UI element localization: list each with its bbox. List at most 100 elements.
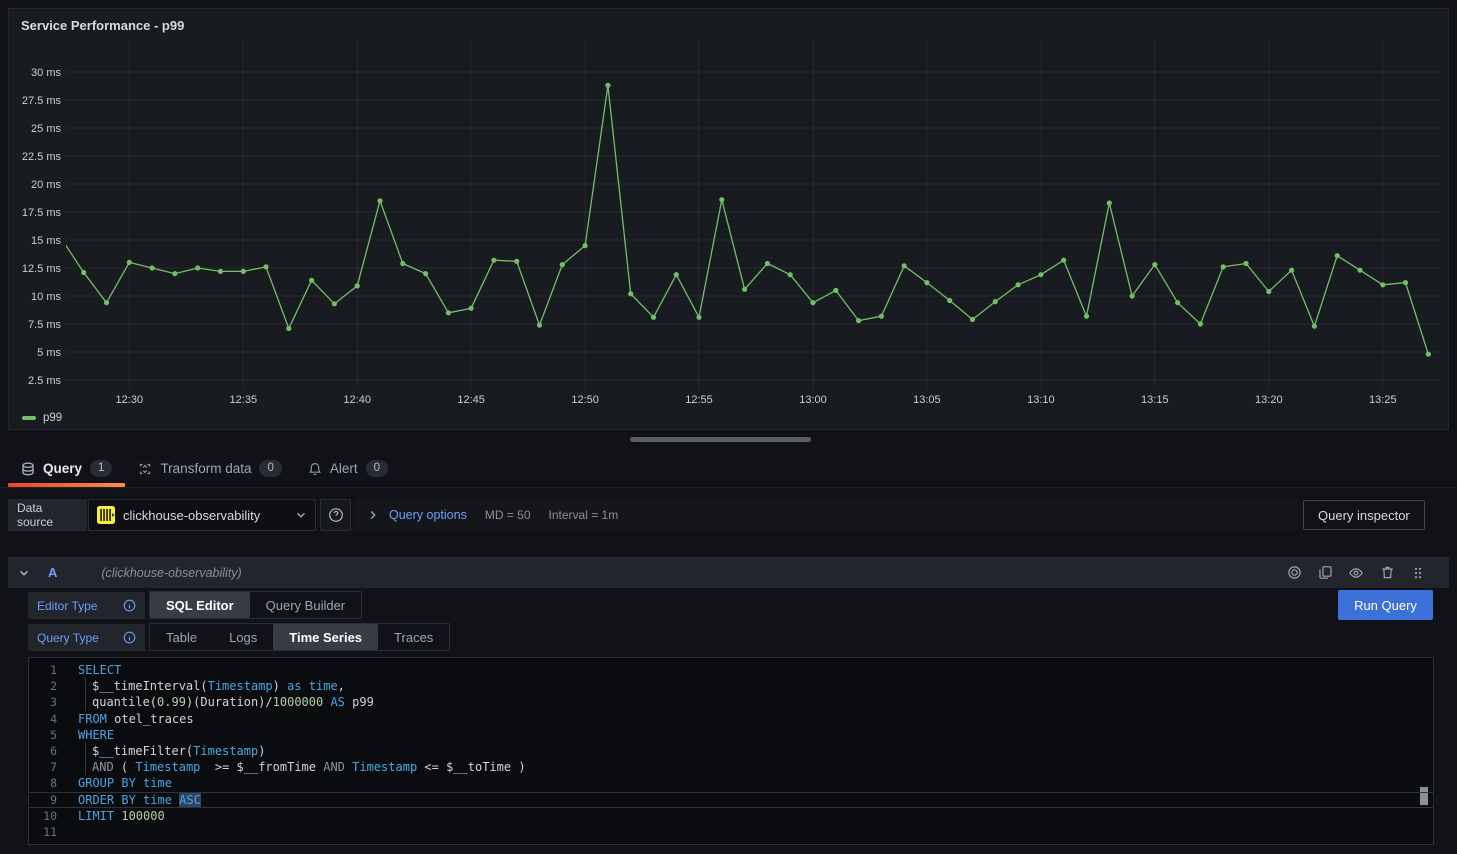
query-options-link[interactable]: Query options [389,508,467,522]
indent-guide [78,759,92,775]
timeseries-chart[interactable]: 12:3012:3512:4012:4512:5012:5513:0013:05… [9,9,1448,409]
sql-token: >= $__fromTime [200,760,323,774]
sql-token: as [287,679,301,693]
sql-token: $__timeFilter( [92,744,193,758]
query-row-header[interactable]: A (clickhouse-observability) [8,557,1449,588]
query-options-bar[interactable]: Query options MD = 50 Interval = 1m [355,499,1298,531]
query-ref-id[interactable]: A [48,565,57,580]
tab-alert-label: Alert [330,461,358,476]
sql-line[interactable]: 10 LIMIT 100000 [29,808,1433,824]
bell-icon [308,462,322,476]
query-type-traces[interactable]: Traces [378,624,449,650]
svg-text:5 ms: 5 ms [37,347,61,359]
query-type-table[interactable]: Table [150,624,213,650]
datasource-label: Data source [8,499,87,531]
line-number: 1 [29,662,57,678]
svg-text:20 ms: 20 ms [31,179,61,191]
delete-query-trash-icon[interactable] [1378,564,1396,582]
datasource-help-button[interactable] [320,499,351,531]
query-type-logs[interactable]: Logs [213,624,273,650]
clickhouse-logo-icon [97,506,115,524]
line-number: 8 [29,775,57,791]
editor-type-sql-editor[interactable]: SQL Editor [150,592,250,618]
sql-token: $__timeInterval( [92,679,208,693]
query-datasource-subtitle: (clickhouse-observability) [101,566,241,580]
duplicate-query-icon[interactable] [1316,564,1334,582]
sql-token: Timestamp [352,760,417,774]
query-inspector-button[interactable]: Query inspector [1303,500,1425,530]
run-query-button[interactable]: Run Query [1338,590,1433,620]
sql-token: ) [258,744,265,758]
svg-text:12.5 ms: 12.5 ms [22,263,62,275]
line-number: 5 [29,727,57,743]
legend-swatch [22,416,36,420]
sql-token: AS [330,695,344,709]
svg-text:13:25: 13:25 [1369,394,1397,406]
svg-text:12:55: 12:55 [685,394,713,406]
database-icon [21,462,35,476]
sql-line[interactable]: 7AND ( Timestamp >= $__fromTime AND Time… [29,759,1433,775]
timeseries-panel: Service Performance - p99 12:3012:3512:4… [8,8,1449,430]
svg-text:12:40: 12:40 [343,394,371,406]
sql-line[interactable]: 6 $__timeFilter(Timestamp) [29,743,1433,759]
line-number: 10 [29,808,57,824]
svg-text:12:30: 12:30 [116,394,144,406]
editor-type-query-builder[interactable]: Query Builder [250,592,361,618]
datasource-picker[interactable]: clickhouse-observability [88,499,316,531]
sql-token: quantile( [92,695,157,709]
sql-token: 100000 [121,809,164,823]
sql-line[interactable]: 11 [29,824,1433,840]
tab-alert[interactable]: Alert 0 [295,450,401,487]
sql-line[interactable]: 2$__timeInterval(Timestamp) as time, [29,678,1433,694]
sql-line[interactable]: 1 SELECT [29,662,1433,678]
collapse-chevron-icon[interactable] [18,567,30,579]
sql-token: p99 [345,695,374,709]
sql-token: time [143,776,172,790]
line-number: 4 [29,711,57,727]
chart-legend[interactable]: p99 [22,412,62,424]
tab-transform-label: Transform data [160,461,251,476]
sql-token [136,776,143,790]
sql-line[interactable]: 5WHERE [29,727,1433,743]
datasource-value: clickhouse-observability [123,508,287,523]
sql-token: LIMIT [78,809,114,823]
line-number: 7 [29,759,57,775]
sql-token: SELECT [78,663,121,677]
drag-handle-icon[interactable] [1409,564,1427,582]
svg-text:27.5 ms: 27.5 ms [22,95,62,107]
sql-code-editor[interactable]: 1 SELECT2$__timeInterval(Timestamp) as ti… [28,657,1434,845]
max-data-points-value: MD = 50 [485,508,531,522]
sql-line[interactable]: 8GROUP BY time [29,775,1433,791]
query-type-radio-group: Table Logs Time Series Traces [149,623,450,651]
horizontal-scrollbar[interactable] [630,437,811,442]
tab-transform-data[interactable]: Transform data 0 [125,450,294,487]
sql-line[interactable]: 9ORDER BY time ASC [29,792,1433,808]
query-type-time-series[interactable]: Time Series [273,624,378,650]
svg-text:22.5 ms: 22.5 ms [22,151,62,163]
line-number: 9 [29,793,57,807]
sql-token: 0.99 [157,695,186,709]
sql-line[interactable]: 3quantile(0.99)(Duration)/1000000 AS p99 [29,694,1433,710]
sql-token: ORDER BY [78,793,136,807]
line-number: 11 [29,824,57,840]
sql-token: time [143,793,172,807]
sql-token: AND [92,760,114,774]
svg-text:17.5 ms: 17.5 ms [22,207,62,219]
query-type-label: Query Type [28,624,145,651]
svg-text:12:50: 12:50 [571,394,599,406]
sql-token: Timestamp [193,744,258,758]
info-circle-icon[interactable] [123,631,136,644]
hide-response-eye-icon[interactable] [1347,564,1365,582]
sql-line[interactable]: 4FROM otel_traces [29,711,1433,727]
svg-text:30 ms: 30 ms [31,67,61,79]
svg-text:12:35: 12:35 [230,394,258,406]
svg-text:25 ms: 25 ms [31,123,61,135]
sql-token: time [309,679,338,693]
info-circle-icon[interactable] [123,599,136,612]
line-number: 6 [29,743,57,759]
tab-query[interactable]: Query 1 [8,450,125,487]
sql-token: <= $__toTime ) [417,760,525,774]
interval-value: Interval = 1m [549,508,619,522]
disable-query-icon[interactable] [1285,564,1303,582]
svg-text:13:05: 13:05 [913,394,941,406]
